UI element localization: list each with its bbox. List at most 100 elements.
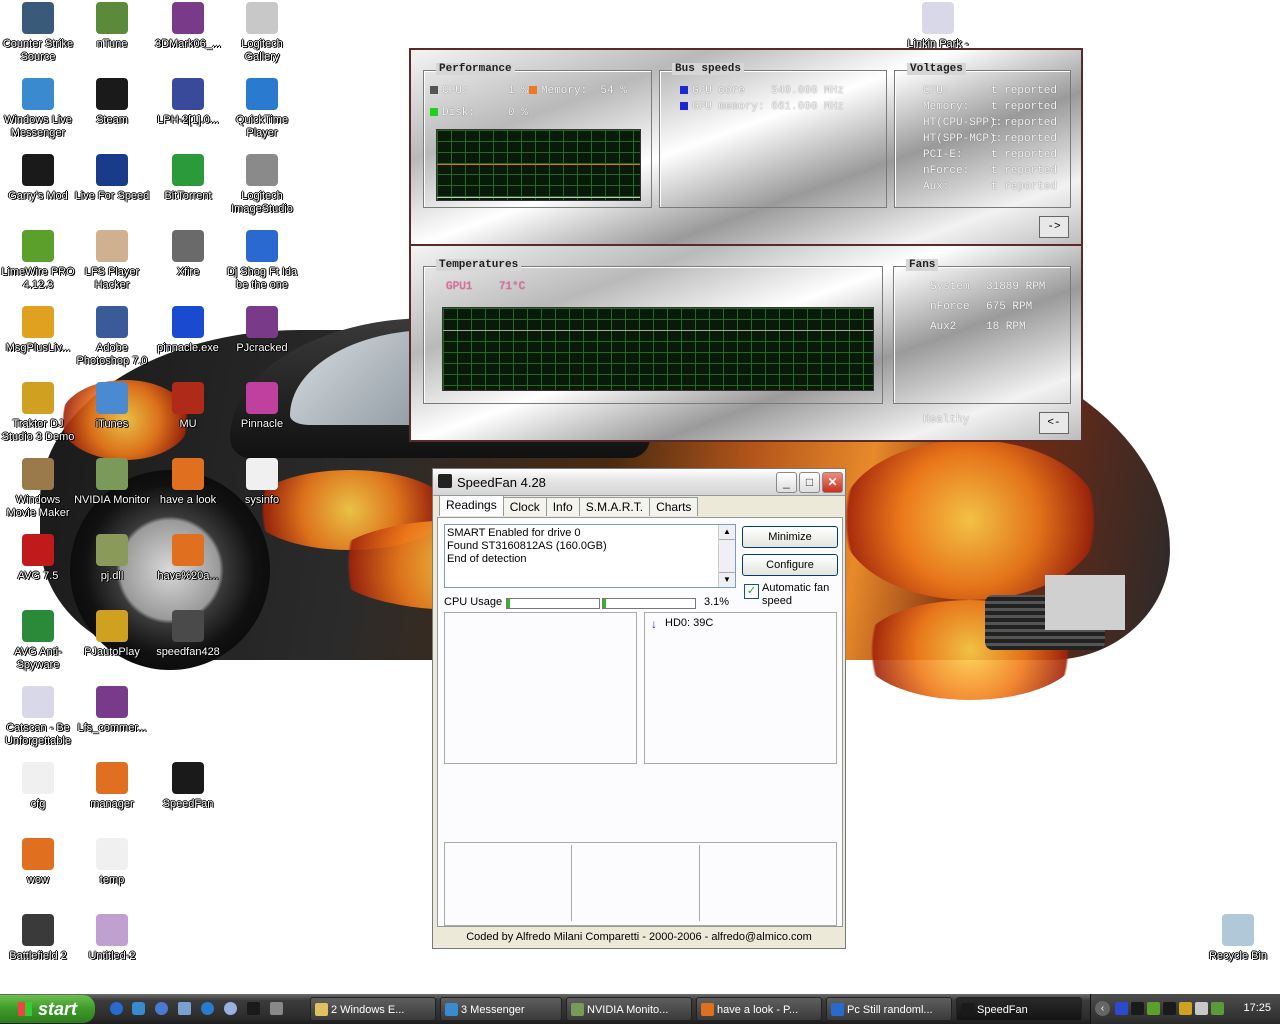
desktop-icon[interactable]: LFS Player Hacker	[74, 230, 150, 292]
desktop-icon[interactable]: LimeWire PRO 4.12.3	[0, 230, 76, 292]
desktop-icon[interactable]: 3DMark06_...	[150, 2, 226, 51]
desktop-icon[interactable]: BitTorrent	[150, 154, 226, 203]
desktop-icon[interactable]: have a look	[150, 458, 226, 507]
tab-clock[interactable]: Clock	[502, 497, 547, 516]
steam-tray-icon[interactable]	[1131, 1002, 1144, 1015]
media-player-quicklaunch-icon[interactable]	[155, 1002, 168, 1015]
desktop-icon[interactable]: QuickTime Player	[224, 78, 300, 140]
desktop-icon[interactable]: Logitech Gallery	[224, 2, 300, 64]
desktop-icon[interactable]: Linkin Park -	[900, 2, 976, 51]
pinnacle-exe-icon	[172, 306, 204, 338]
desktop-icon[interactable]: MsgPlusLiv...	[0, 306, 76, 355]
language-icon[interactable]	[1115, 1002, 1128, 1015]
taskbar-button[interactable]: NVIDIA Monito...	[566, 997, 692, 1021]
desktop-icon[interactable]: manager	[74, 762, 150, 811]
desktop-icon[interactable]: Lfs_commer...	[74, 686, 150, 735]
desktop-icon[interactable]: temp	[74, 838, 150, 887]
log-box[interactable]: SMART Enabled for drive 0 Found ST316081…	[444, 524, 736, 588]
desktop-quicklaunch-icon[interactable]	[178, 1002, 191, 1015]
minimize-button[interactable]: Minimize	[742, 526, 838, 548]
configure-button[interactable]: Configure	[742, 554, 838, 576]
desktop-icon[interactable]: Garry's Mod	[0, 154, 76, 203]
desktop-icon[interactable]: SpeedFan	[150, 762, 226, 811]
desktop-icon[interactable]: wow	[0, 838, 76, 887]
log-scrollbar[interactable]: ▲ ▼	[718, 525, 735, 587]
tab-info[interactable]: Info	[545, 497, 580, 516]
desktop-icon[interactable]: Adobe Photoshop 7.0	[74, 306, 150, 368]
speedfan-tray-icon[interactable]	[1163, 1002, 1176, 1015]
forward-button[interactable]: ->	[1039, 216, 1069, 238]
messenger-quicklaunch-icon[interactable]	[132, 1002, 145, 1015]
tray-expand-icon[interactable]: ‹	[1095, 1001, 1110, 1016]
scroll-up-icon[interactable]: ▲	[719, 525, 735, 540]
scroll-down-icon[interactable]: ▼	[719, 572, 735, 587]
ie-quicklaunch-icon[interactable]	[110, 1002, 123, 1015]
minimize-window-button[interactable]: _	[776, 472, 797, 493]
desktop-icon[interactable]: speedfan428	[150, 610, 226, 659]
desktop-icon[interactable]: Dj Shog Ft Ida be the one	[224, 230, 300, 292]
desktop-icon[interactable]: pinnacle.exe	[150, 306, 226, 355]
desktop-icon[interactable]: AVG 7.5	[0, 534, 76, 583]
desktop-icon[interactable]: Steam	[74, 78, 150, 127]
xfire-quicklaunch-icon[interactable]	[270, 1002, 283, 1015]
tab-smart[interactable]: S.M.A.R.T.	[578, 497, 651, 516]
voltage-value: t reported	[991, 149, 1058, 161]
desktop-icon[interactable]: pj.dll	[74, 534, 150, 583]
clock[interactable]: 17:25	[1243, 1002, 1271, 1014]
voltage-value: t reported	[991, 165, 1058, 177]
quicktime-quicklaunch-icon[interactable]	[201, 1002, 214, 1015]
auto-fan-checkbox[interactable]: ✓	[744, 584, 759, 599]
desktop-icon[interactable]: cfg	[0, 762, 76, 811]
nvidia-tray-icon[interactable]	[1211, 1002, 1224, 1015]
taskbar-button[interactable]: SpeedFan	[956, 997, 1082, 1021]
desktop-icon[interactable]: Pinnacle	[224, 382, 300, 431]
desktop-icon[interactable]: Windows Movie Maker	[0, 458, 76, 520]
network-tray-icon[interactable]	[1195, 1002, 1208, 1015]
desktop-icon[interactable]: Recycle Bin	[1200, 914, 1276, 963]
desktop-icon[interactable]: iTunes	[74, 382, 150, 431]
tab-charts[interactable]: Charts	[649, 497, 699, 516]
desktop-icon[interactable]: NVIDIA Monitor	[74, 458, 150, 507]
desktop-icon[interactable]: PJautoPlay	[74, 610, 150, 659]
taskbar-button[interactable]: have a look - P...	[696, 997, 822, 1021]
messenger-tray-icon[interactable]	[1147, 1002, 1160, 1015]
desktop-icon-label: SpeedFan	[162, 798, 214, 810]
desktop-icon[interactable]: Windows Live Messenger	[0, 78, 76, 140]
voltage-value: t reported	[991, 181, 1058, 193]
desktop-icon[interactable]: Logitech ImageStudio	[224, 154, 300, 216]
avg-tray-icon[interactable]	[1179, 1002, 1192, 1015]
desktop-icon[interactable]: LPH-2[1].0...	[150, 78, 226, 127]
desktop-icon[interactable]: AVG Anti-Spyware	[0, 610, 76, 672]
voltage-value: t reported	[991, 133, 1058, 145]
cpu-swatch	[430, 86, 438, 95]
taskbar-button[interactable]: 2 Windows E...	[310, 997, 436, 1021]
desktop-icon[interactable]: MU	[150, 382, 226, 431]
desktop-icon[interactable]: Untitled-2	[74, 914, 150, 963]
back-button[interactable]: <-	[1039, 412, 1069, 434]
desktop-icon[interactable]: have%20a...	[150, 534, 226, 583]
steam-quicklaunch-icon[interactable]	[247, 1002, 260, 1015]
taskbar-button[interactable]: Pc Still randoml...	[826, 997, 952, 1021]
gpu-temp-label: GPU1	[446, 281, 473, 293]
desktop-icon[interactable]: Traktor DJ Studio 3 Demo	[0, 382, 76, 444]
desktop-icon[interactable]: sysinfo	[224, 458, 300, 507]
cfg-icon	[22, 762, 54, 794]
close-window-button[interactable]: ✕	[822, 472, 843, 493]
desktop-icon[interactable]: PJcracked	[224, 306, 300, 355]
start-button[interactable]: start	[0, 995, 95, 1023]
desktop-icon[interactable]: Catscan - Be Unforgettable	[0, 686, 76, 748]
desktop-icon[interactable]: Battlefield 2	[0, 914, 76, 963]
itunes-quicklaunch-icon[interactable]	[224, 1002, 237, 1015]
desktop-icon[interactable]: Xfire	[150, 230, 226, 279]
voltage-label: PCI-E:	[923, 149, 963, 161]
taskbar-button[interactable]: 3 Messenger	[440, 997, 562, 1021]
memory-label: Memory:	[541, 85, 588, 97]
desktop-icon[interactable]: Counter Strike Source	[0, 2, 76, 64]
speedfan-titlebar[interactable]: SpeedFan 4.28 _ □ ✕	[433, 469, 845, 496]
tab-readings[interactable]: Readings	[439, 495, 504, 516]
desktop-icon[interactable]: Live For Speed	[74, 154, 150, 203]
maximize-window-button[interactable]: □	[799, 472, 820, 493]
cpu-usage-bar-2	[602, 598, 696, 609]
desktop-icon[interactable]: nTune	[74, 2, 150, 51]
voltage-row: PCI-E: t reported	[923, 149, 1057, 161]
